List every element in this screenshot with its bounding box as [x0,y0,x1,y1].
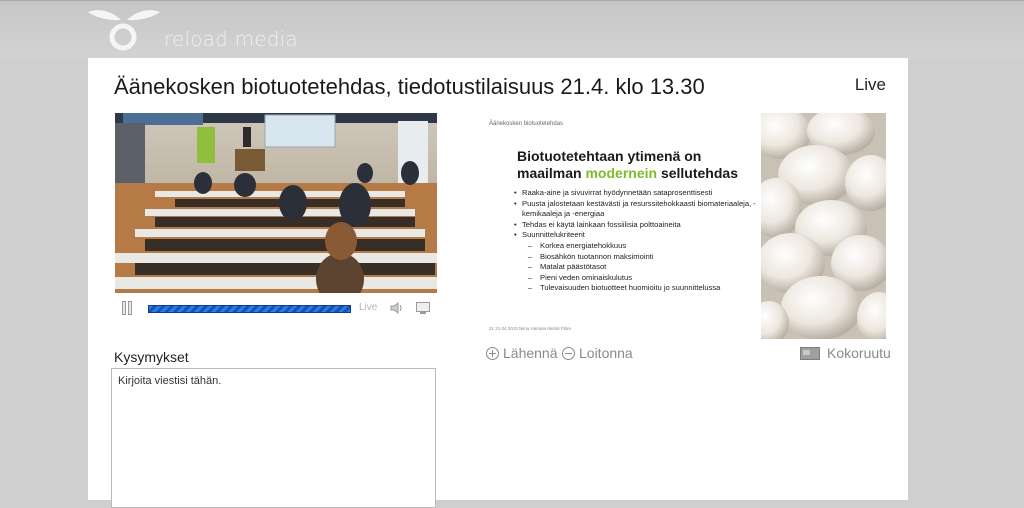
slide-bullet: Tehdas ei käytä lainkaan fossiilisia pol… [514,220,759,231]
slide-bullets: Raaka-aine ja sivuvirrat hyödynnetään sa… [514,188,759,294]
message-input[interactable] [111,368,436,508]
zoom-out-label: Loitonna [579,345,633,361]
slide-title-accent: modernein [585,165,658,181]
fullscreen-icon [800,346,820,360]
slide-bullet: Suunnittelukriteerit [514,230,759,241]
presentation-slide: Äänekosken biotuotetehdas Biotuotetehtaa… [484,113,761,339]
progress-bar[interactable] [148,305,351,313]
slide-title-suffix: sellutehdas [657,165,738,181]
slide-sub-bullet: Tulevaisuuden biotuotteet huomioitu jo s… [514,283,759,294]
slide-bullet: Puusta jalostetaan kestävästi ja resurss… [514,199,759,220]
brand-name: reload media [164,27,298,51]
slide-sub-bullet: Matalat päästötasot [514,262,759,273]
fullscreen-icon[interactable] [415,301,431,315]
slide-title: Biotuotetehtaan ytimenä on maailman mode… [517,148,757,182]
player-controls: Live [115,297,437,319]
main-panel: Äänekosken biotuotetehdas, tiedotustilai… [88,58,908,508]
top-bar: reload media [0,0,1024,59]
page-title: Äänekosken biotuotetehdas, tiedotustilai… [114,74,705,99]
slide-header: Äänekosken biotuotetehdas [489,121,564,127]
questions-heading: Kysymykset [114,349,189,365]
zoom-out-button[interactable]: Loitonna [562,345,633,361]
volume-icon[interactable] [389,301,405,315]
fullscreen-label: Kokoruutu [827,345,891,361]
slide-footer: 21 21.04.2015 Niina Hamala Metsä Fibre [489,326,572,331]
slide-sub-bullet: Korkea energiatehokkuus [514,241,759,252]
video-frame [115,113,437,293]
minus-circle-icon [562,346,575,360]
slide-title-prefix: maailman [517,165,586,181]
zoom-in-button[interactable]: Lähennä [486,345,558,361]
slide-bullet: Raaka-aine ja sivuvirrat hyödynnetään sa… [514,188,759,199]
leaf-ring-logo-icon [88,10,160,51]
slide-title-line1: Biotuotetehtaan ytimenä on [517,148,702,164]
live-indicator: Live [359,302,378,313]
live-status: Live [854,75,886,94]
slide-pulp-image [761,113,886,339]
video-player[interactable] [115,113,437,293]
slide-sub-bullet: Biosähkön tuotannon maksimointi [514,252,759,263]
plus-circle-icon [486,346,499,360]
pause-icon[interactable] [121,301,133,315]
zoom-in-label: Lähennä [503,345,558,361]
slide-fullscreen-button[interactable]: Kokoruutu [800,345,891,361]
slide-sub-bullet: Pieni veden ominaiskulutus [514,273,759,284]
